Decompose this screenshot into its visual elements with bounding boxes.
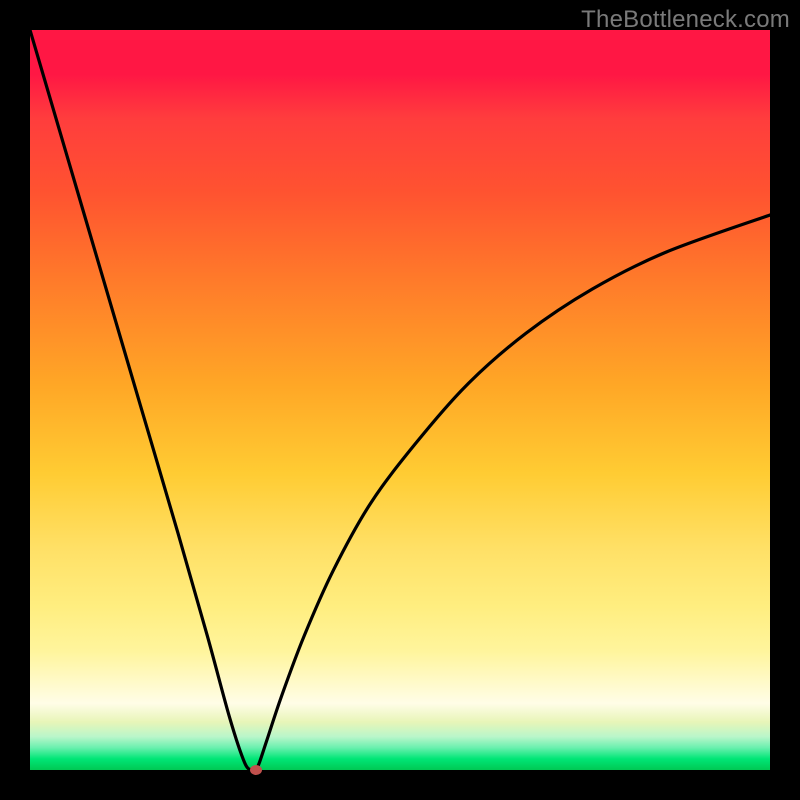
optimal-point-marker (250, 765, 262, 775)
chart-container: TheBottleneck.com (0, 0, 800, 800)
curve-svg (30, 30, 770, 770)
plot-area (30, 30, 770, 770)
bottleneck-curve (30, 30, 770, 770)
